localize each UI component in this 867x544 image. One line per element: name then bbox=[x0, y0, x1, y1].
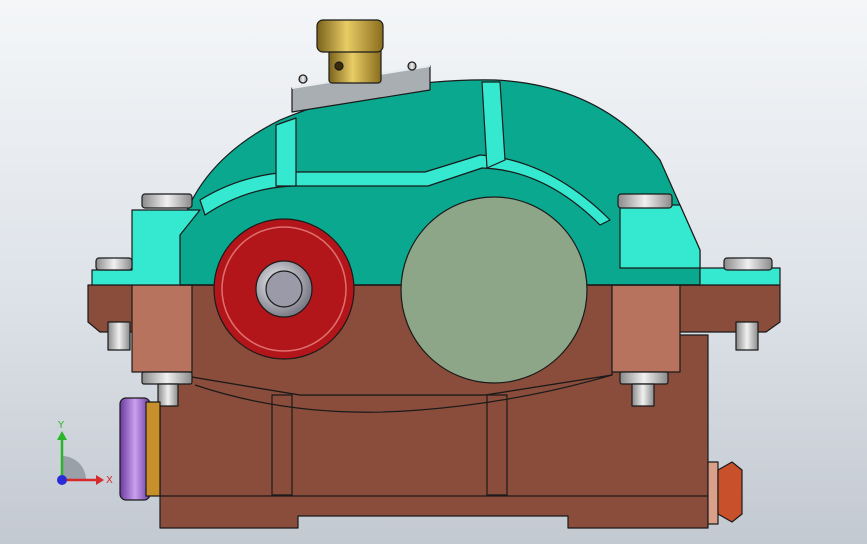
bolt-nut-lower-right[interactable] bbox=[619, 371, 669, 385]
bolt-head-flange-right[interactable] bbox=[723, 257, 773, 271]
base-boss-right bbox=[611, 284, 681, 373]
rib-left bbox=[271, 394, 293, 496]
inspection-screw-left bbox=[298, 74, 308, 84]
vent-plug-hole bbox=[334, 61, 344, 71]
3d-viewport[interactable]: X Y bbox=[0, 0, 867, 544]
drain-plug-hex[interactable] bbox=[717, 461, 743, 523]
bolt-nut-lower-left[interactable] bbox=[141, 371, 193, 385]
oil-gauge-collar bbox=[145, 401, 161, 497]
cover-rib-vertical-left bbox=[275, 117, 297, 187]
bolt-head-top-left[interactable] bbox=[141, 193, 193, 209]
bolt-thread-flange-left bbox=[107, 321, 131, 351]
vent-plug-cap bbox=[316, 19, 384, 53]
z-axis-dot bbox=[57, 475, 67, 485]
x-axis-label: X bbox=[106, 475, 113, 486]
drain-plug-washer bbox=[707, 461, 719, 525]
base-boss-left bbox=[131, 284, 193, 373]
bolt-head-top-right[interactable] bbox=[617, 193, 673, 209]
bolt-head-flange-left[interactable] bbox=[95, 257, 133, 271]
bearing-cap[interactable] bbox=[400, 196, 588, 384]
gearbox-model[interactable]: X Y bbox=[0, 0, 867, 544]
bolt-thread-lower-left bbox=[157, 383, 179, 407]
x-axis-arrow-icon bbox=[96, 475, 104, 485]
triad-plane-indicator bbox=[62, 456, 86, 480]
axis-triad: X Y bbox=[57, 420, 113, 486]
inspection-screw-right bbox=[407, 61, 417, 71]
bolt-thread-flange-right bbox=[735, 321, 759, 351]
y-axis-arrow-icon bbox=[57, 431, 67, 440]
bolt-thread-lower-right bbox=[631, 383, 655, 407]
rib-right bbox=[486, 394, 508, 496]
y-axis-label: Y bbox=[57, 420, 65, 431]
